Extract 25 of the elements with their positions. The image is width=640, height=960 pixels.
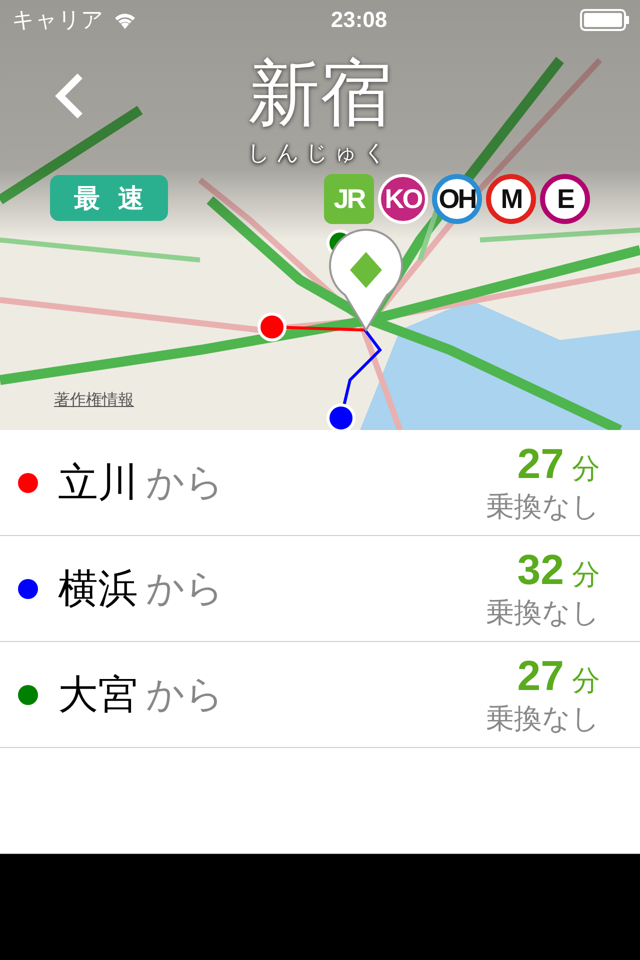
station-name: 横浜 xyxy=(58,565,138,614)
attribution-link[interactable]: 著作権情報 xyxy=(54,390,134,411)
travel-minutes: 27 xyxy=(517,652,564,700)
station-reading: しんじゅく xyxy=(248,140,392,168)
minutes-unit: 分 xyxy=(572,556,600,592)
from-label: から xyxy=(146,565,224,612)
route-row[interactable]: 大宮 から 27 分 乗換なし xyxy=(0,642,640,748)
route-row[interactable]: 立川 から 27 分 乗換なし xyxy=(0,430,640,536)
station-name: 大宮 xyxy=(58,671,138,720)
carrier-name: キャリア xyxy=(12,7,104,35)
battery-icon xyxy=(580,9,630,31)
transfer-info: 乗換なし xyxy=(486,700,600,736)
station-name: 立川 xyxy=(58,459,138,508)
travel-minutes: 27 xyxy=(517,440,564,488)
line-badge: JR xyxy=(324,174,374,224)
transfer-info: 乗換なし xyxy=(486,488,600,524)
travel-minutes: 32 xyxy=(517,546,564,594)
from-label: から xyxy=(146,671,224,718)
transfer-info: 乗換なし xyxy=(486,594,600,630)
station-title: 新宿 xyxy=(248,50,392,137)
minutes-unit: 分 xyxy=(572,450,600,486)
minutes-unit: 分 xyxy=(572,662,600,698)
route-row[interactable]: 横浜 から 32 分 乗換なし xyxy=(0,536,640,642)
from-label: から xyxy=(146,459,224,506)
status-time: 23:08 xyxy=(330,7,388,33)
